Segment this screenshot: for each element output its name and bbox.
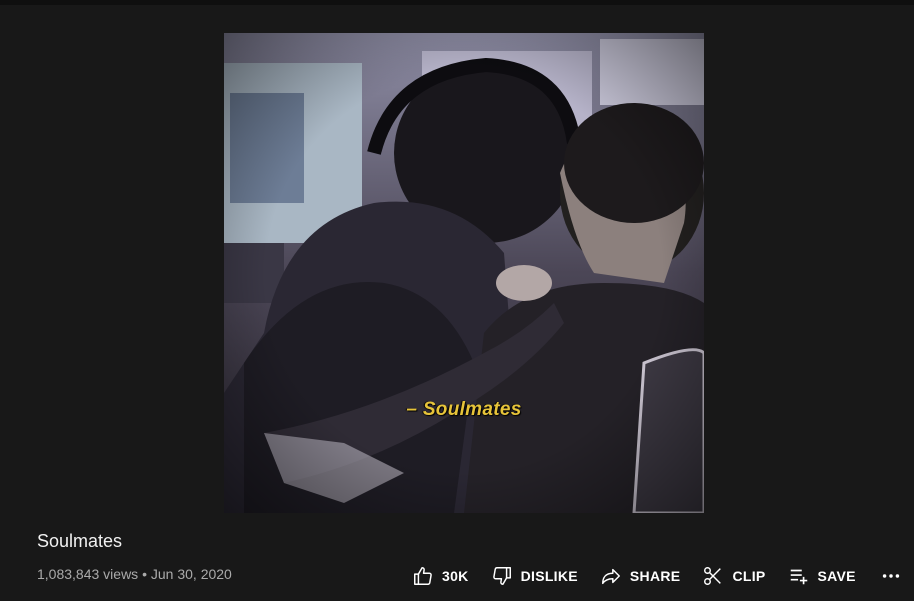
video-artwork (224, 33, 704, 513)
video-player[interactable]: – Soulmates (0, 5, 914, 515)
like-button[interactable]: 30K (412, 565, 469, 587)
view-count: 1,083,843 views (37, 566, 139, 582)
share-label: SHARE (629, 568, 681, 584)
like-count: 30K (442, 568, 469, 584)
video-meta: 1,083,843 views • Jun 30, 2020 (37, 566, 232, 582)
video-caption: – Soulmates (406, 399, 522, 420)
more-horizontal-icon (880, 565, 902, 587)
save-label: SAVE (817, 568, 856, 584)
action-bar: 30K DISLIKE SHARE CLIP SAVE (412, 562, 902, 590)
dislike-button[interactable]: DISLIKE (491, 565, 578, 587)
publish-date: Jun 30, 2020 (150, 566, 232, 582)
dislike-label: DISLIKE (520, 568, 578, 584)
thumbs-up-icon (412, 565, 434, 587)
share-arrow-icon (600, 565, 622, 587)
video-title: Soulmates (37, 531, 123, 551)
scissors-icon (702, 565, 724, 587)
save-button[interactable]: SAVE (788, 565, 856, 587)
playlist-add-icon (788, 565, 810, 587)
meta-separator: • (142, 566, 147, 582)
video-thumbnail[interactable]: – Soulmates (224, 33, 704, 513)
thumbs-down-icon (491, 565, 513, 587)
share-button[interactable]: SHARE (600, 565, 681, 587)
more-actions-button[interactable] (880, 565, 902, 587)
clip-button[interactable]: CLIP (702, 565, 765, 587)
clip-label: CLIP (732, 568, 766, 584)
